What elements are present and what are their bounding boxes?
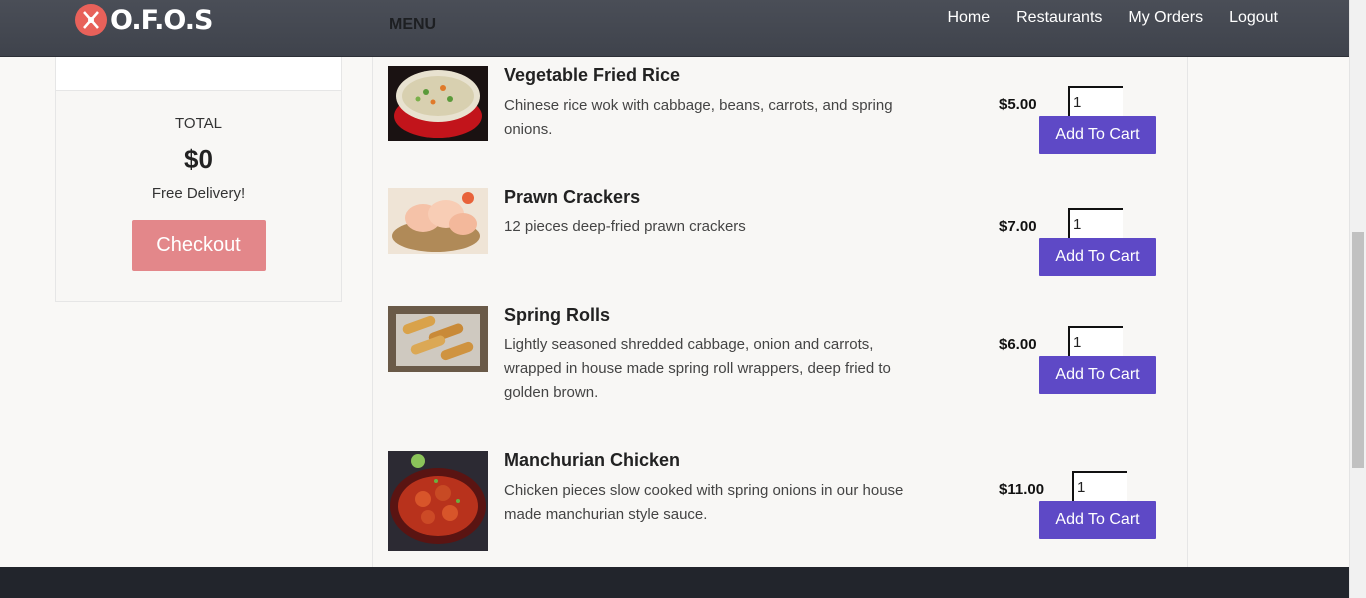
item-price: $7.00 bbox=[999, 218, 1037, 235]
fried-rice-photo bbox=[388, 66, 488, 141]
item-price: $6.00 bbox=[999, 336, 1037, 353]
top-navbar: O.F.O.S MENU Home Restaurants My Orders … bbox=[0, 0, 1349, 57]
brand-logo-icon bbox=[75, 4, 107, 36]
scrollbar-thumb[interactable] bbox=[1352, 232, 1364, 468]
quantity-input[interactable] bbox=[1068, 208, 1123, 238]
nav-link-restaurants[interactable]: Restaurants bbox=[1016, 9, 1102, 27]
item-name: Prawn Crackers bbox=[504, 187, 641, 207]
manchurian-chicken-photo bbox=[388, 451, 488, 551]
cart-panel: TOTAL $0 Free Delivery! Checkout bbox=[55, 57, 342, 302]
quantity-input[interactable] bbox=[1068, 326, 1123, 356]
add-to-cart-button[interactable]: Add To Cart bbox=[1039, 238, 1156, 276]
cart-delivery-text: Free Delivery! bbox=[151, 185, 246, 202]
add-to-cart-button[interactable]: Add To Cart bbox=[1039, 116, 1156, 154]
item-price: $5.00 bbox=[999, 96, 1037, 113]
item-price: $11.00 bbox=[999, 481, 1045, 498]
prawn-crackers-photo bbox=[388, 188, 488, 254]
brand[interactable]: O.F.O.S bbox=[75, 3, 213, 37]
item-name: Vegetable Fried Rice bbox=[504, 65, 681, 85]
add-to-cart-button[interactable]: Add To Cart bbox=[1039, 356, 1156, 394]
nav-link-logout[interactable]: Logout bbox=[1229, 9, 1278, 27]
nav-links: Home Restaurants My Orders Logout bbox=[921, 9, 1278, 27]
quantity-input[interactable] bbox=[1068, 86, 1123, 116]
menu-panel: Vegetable Fried Rice Chinese rice wok wi… bbox=[372, 57, 1188, 568]
cart-total-label: TOTAL bbox=[175, 115, 222, 132]
item-description: Lightly seasoned shredded cabbage, onion… bbox=[504, 336, 891, 401]
item-name: Spring Rolls bbox=[504, 305, 611, 325]
nav-link-home[interactable]: Home bbox=[947, 9, 990, 27]
page-scrollbar[interactable] bbox=[1349, 0, 1366, 598]
page-footer bbox=[0, 567, 1349, 598]
item-description: Chinese rice wok with cabbage, beans, ca… bbox=[504, 97, 893, 138]
quantity-input[interactable] bbox=[1072, 471, 1127, 501]
spring-rolls-photo bbox=[388, 306, 488, 372]
nav-link-my-orders[interactable]: My Orders bbox=[1128, 9, 1203, 27]
item-description: 12 pieces deep-fried prawn crackers bbox=[504, 218, 746, 235]
checkout-button[interactable]: Checkout bbox=[131, 220, 266, 271]
item-name: Manchurian Chicken bbox=[504, 450, 681, 470]
add-to-cart-button[interactable]: Add To Cart bbox=[1039, 501, 1156, 539]
brand-name: O.F.O.S bbox=[110, 4, 213, 36]
item-description: Chicken pieces slow cooked with spring o… bbox=[504, 482, 904, 523]
cart-items-area bbox=[56, 57, 341, 91]
menu-heading: MENU bbox=[389, 16, 437, 33]
cart-total-value: $0 bbox=[184, 144, 213, 174]
